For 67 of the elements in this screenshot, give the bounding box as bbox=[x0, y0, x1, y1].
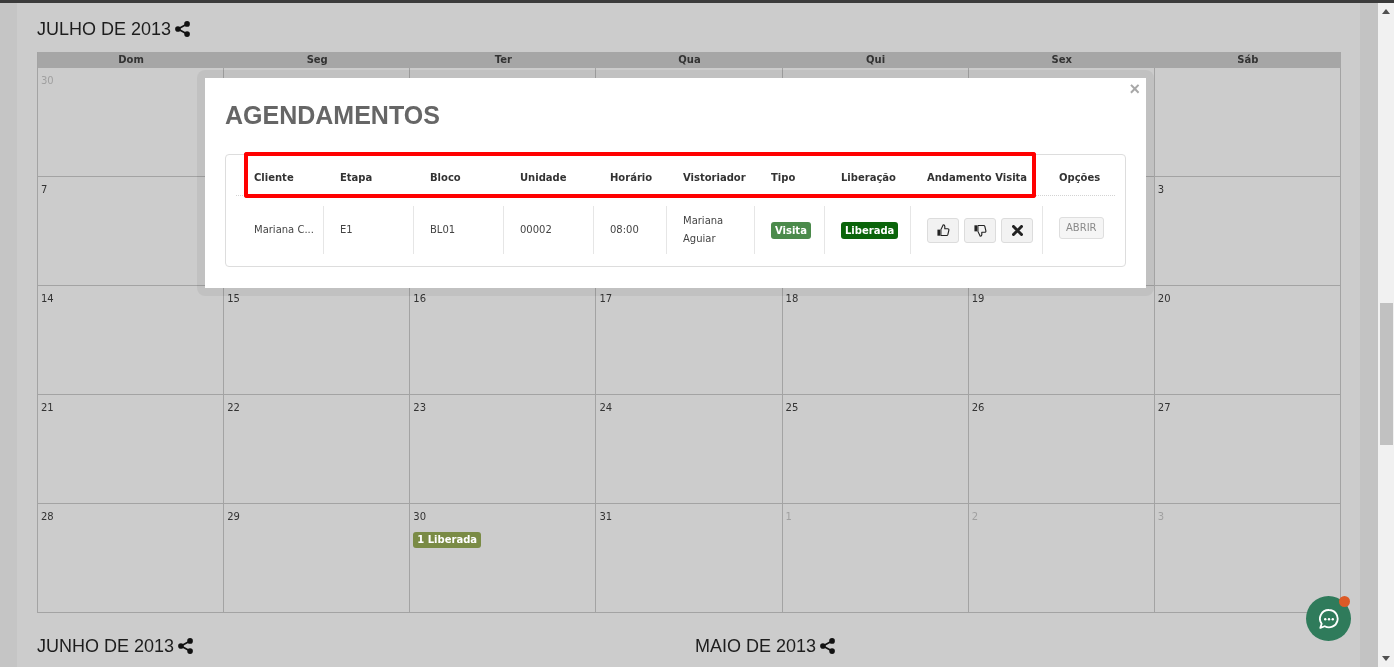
table-cell: 08:00 bbox=[594, 206, 667, 254]
month-title: JUNHO DE 2013 bbox=[37, 635, 175, 657]
weekday-label: Sex bbox=[1050, 53, 1073, 67]
day-number: 3 bbox=[1157, 184, 1165, 196]
day-number: 7 bbox=[41, 184, 48, 196]
day-number: 25 bbox=[785, 402, 799, 414]
column-header: Unidade bbox=[504, 152, 594, 198]
thumbs-up-button[interactable] bbox=[927, 217, 959, 243]
open-button[interactable]: ABRIR bbox=[1059, 217, 1104, 239]
status-badge: Visita bbox=[771, 221, 811, 239]
column-header: Vistoriador bbox=[667, 152, 755, 198]
day-number: 18 bbox=[785, 293, 799, 305]
weekday-label: Ter bbox=[493, 53, 513, 67]
day-number: 26 bbox=[971, 402, 985, 414]
modal-title: AGENDAMENTOS bbox=[225, 100, 441, 131]
day-number: 16 bbox=[413, 293, 426, 305]
column-header: Andamento Visita bbox=[911, 152, 1036, 198]
column-header: Tipo bbox=[755, 152, 825, 198]
table-cell: Mariana Aguiar bbox=[667, 206, 755, 254]
day-number: 23 bbox=[413, 402, 426, 414]
event-badge[interactable]: 1 Liberada bbox=[413, 532, 482, 548]
day-number: 15 bbox=[227, 293, 240, 305]
day-number: 21 bbox=[41, 402, 54, 414]
chat-button[interactable] bbox=[1306, 596, 1351, 641]
table-cell: Mariana C... bbox=[236, 206, 324, 254]
weekday-label: Seg bbox=[305, 53, 329, 67]
day-number: 31 bbox=[599, 511, 613, 523]
column-header: Etapa bbox=[324, 152, 414, 198]
day-number: 22 bbox=[227, 402, 240, 414]
column-header: Bloco bbox=[414, 152, 504, 198]
close-button[interactable]: × bbox=[1129, 80, 1140, 98]
chat-icon bbox=[1318, 608, 1339, 629]
weekday-label: Sáb bbox=[1236, 53, 1260, 67]
table-cell: BL01 bbox=[414, 206, 504, 254]
weekday-label: Qua bbox=[677, 53, 702, 67]
day-number: 20 bbox=[1157, 293, 1171, 305]
column-header: Horário bbox=[594, 152, 667, 198]
thumbs-down-icon bbox=[973, 223, 987, 237]
weekday-label: Qui bbox=[865, 53, 887, 67]
table-cell: E1 bbox=[324, 206, 414, 254]
share-icon[interactable] bbox=[820, 638, 836, 654]
weekday-label: Dom bbox=[117, 53, 145, 67]
day-number: 24 bbox=[599, 402, 613, 414]
day-number: 17 bbox=[599, 293, 613, 305]
day-number: 14 bbox=[41, 293, 54, 305]
thumbs-down-button[interactable] bbox=[964, 217, 996, 243]
month-title: MAIO DE 2013 bbox=[695, 635, 817, 657]
thumbs-up-icon bbox=[936, 223, 950, 237]
scroll-up-icon[interactable] bbox=[1382, 9, 1390, 14]
share-icon[interactable] bbox=[175, 21, 191, 37]
cancel-button[interactable] bbox=[1001, 217, 1033, 243]
day-number: 19 bbox=[971, 293, 985, 305]
day-number: 28 bbox=[41, 511, 54, 523]
day-number: 27 bbox=[1157, 402, 1171, 414]
day-number: 30 bbox=[413, 511, 426, 523]
column-header: Liberação bbox=[825, 152, 911, 198]
scroll-down-icon[interactable] bbox=[1382, 656, 1390, 661]
month-title: JULHO DE 2013 bbox=[37, 18, 172, 40]
scrollbar[interactable] bbox=[1378, 3, 1394, 667]
close-icon bbox=[1011, 224, 1023, 236]
status-badge: Liberada bbox=[841, 221, 899, 239]
day-number: 29 bbox=[227, 511, 240, 523]
column-header: Opções bbox=[1058, 171, 1102, 185]
scrollbar-thumb[interactable] bbox=[1379, 303, 1393, 445]
column-header: Cliente bbox=[244, 152, 324, 198]
table-cell: 00002 bbox=[504, 206, 594, 254]
share-icon[interactable] bbox=[178, 638, 194, 654]
